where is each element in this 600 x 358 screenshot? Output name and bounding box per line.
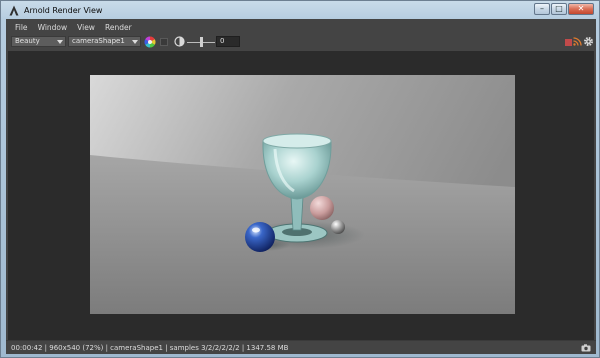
minimize-button[interactable]: –: [534, 3, 550, 15]
camera-dropdown-value: cameraShape1: [72, 37, 125, 45]
arnold-app-icon: [9, 5, 19, 16]
camera-dropdown[interactable]: cameraShape1: [68, 36, 141, 47]
window-frame: Arnold Render View – □ ✕ File Window Vie…: [0, 0, 600, 358]
menu-window[interactable]: Window: [34, 23, 72, 32]
window-controls: – □ ✕: [534, 3, 594, 15]
render-viewport[interactable]: [8, 51, 594, 340]
menu-render[interactable]: Render: [101, 23, 136, 32]
color-wheel-icon[interactable]: [144, 36, 156, 48]
render-view-client: File Window View Render Beauty cameraSha…: [6, 19, 596, 354]
chevron-down-icon: [57, 40, 63, 44]
chevron-down-icon: [132, 40, 138, 44]
camera-icon[interactable]: [581, 344, 591, 352]
stop-render-icon[interactable]: [565, 39, 572, 46]
toolbar: Beauty cameraShape1 0: [6, 34, 596, 48]
menu-view[interactable]: View: [73, 23, 99, 32]
gear-icon[interactable]: [583, 36, 594, 47]
status-bar: 00:00:42 | 960x540 (72%) | cameraShape1 …: [6, 340, 596, 354]
title-bar[interactable]: Arnold Render View – □ ✕: [2, 2, 598, 19]
exposure-value-field[interactable]: 0: [216, 36, 240, 47]
exposure-icon[interactable]: [174, 36, 185, 47]
status-text: 00:00:42 | 960x540 (72%) | cameraShape1 …: [11, 344, 289, 352]
window-title: Arnold Render View: [24, 6, 103, 15]
aov-dropdown[interactable]: Beauty: [11, 36, 66, 47]
exposure-slider-handle[interactable]: [200, 37, 203, 47]
close-button[interactable]: ✕: [568, 3, 594, 15]
aov-dropdown-value: Beauty: [15, 37, 40, 45]
feed-icon[interactable]: [573, 37, 582, 46]
menu-file[interactable]: File: [11, 23, 32, 32]
menu-bar: File Window View Render: [6, 21, 596, 34]
render-image: [90, 75, 515, 314]
background-toggle-icon[interactable]: [160, 38, 168, 46]
maximize-button[interactable]: □: [551, 3, 567, 15]
